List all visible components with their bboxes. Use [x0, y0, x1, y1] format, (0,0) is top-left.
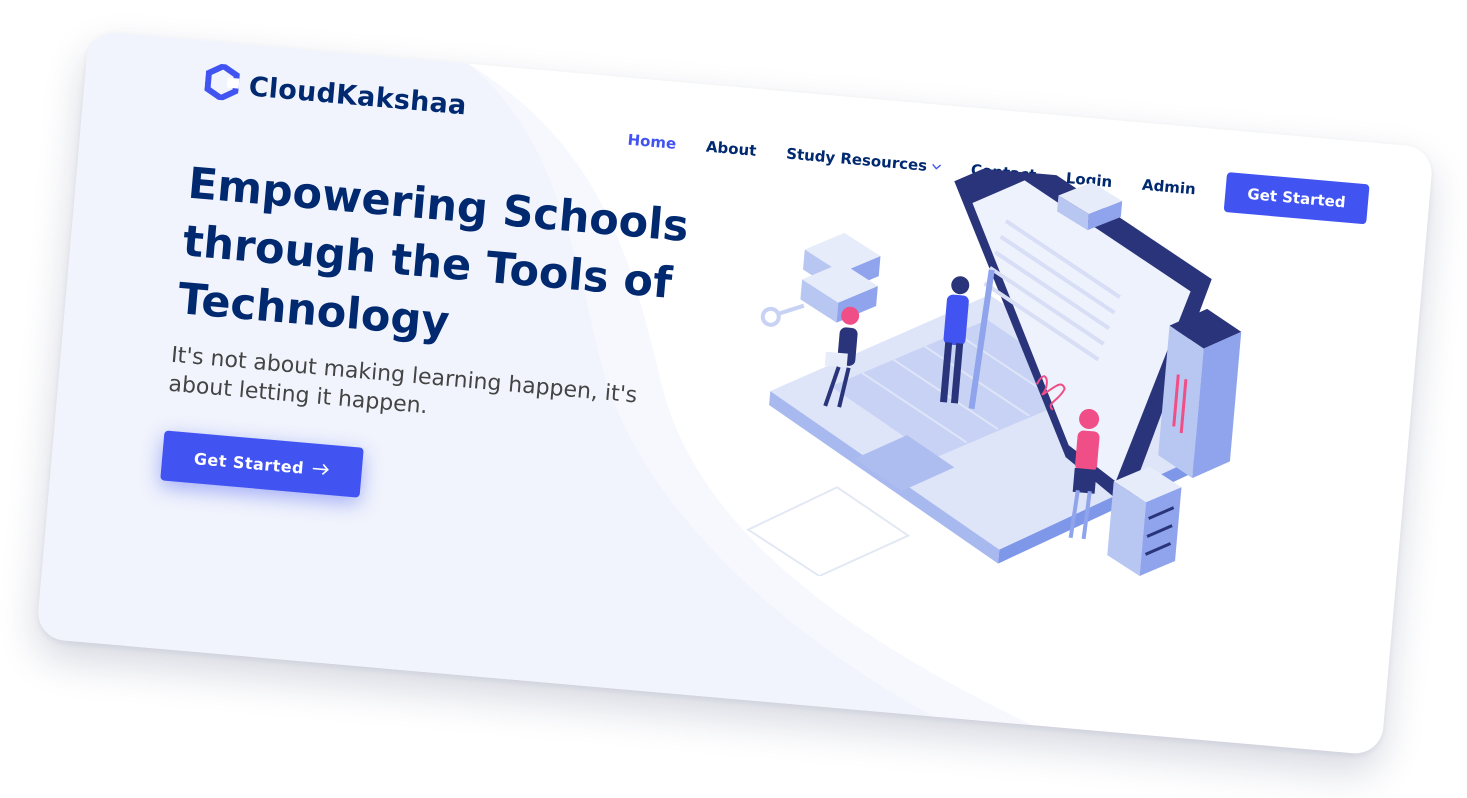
hero-cta-label: Get Started	[193, 448, 305, 478]
arrow-right-icon	[311, 459, 331, 479]
nav-about[interactable]: About	[705, 138, 757, 160]
page-screenshot-card: CloudKakshaa Home About Study Resources …	[35, 30, 1435, 756]
nav-home[interactable]: Home	[627, 131, 677, 153]
isometric-laptop-people-servers-illustration	[746, 152, 1242, 578]
key-shape	[760, 303, 805, 327]
server-tower-right	[1158, 308, 1242, 479]
hexagon-c-logo-icon	[203, 62, 240, 106]
server-stack-left	[800, 232, 881, 323]
